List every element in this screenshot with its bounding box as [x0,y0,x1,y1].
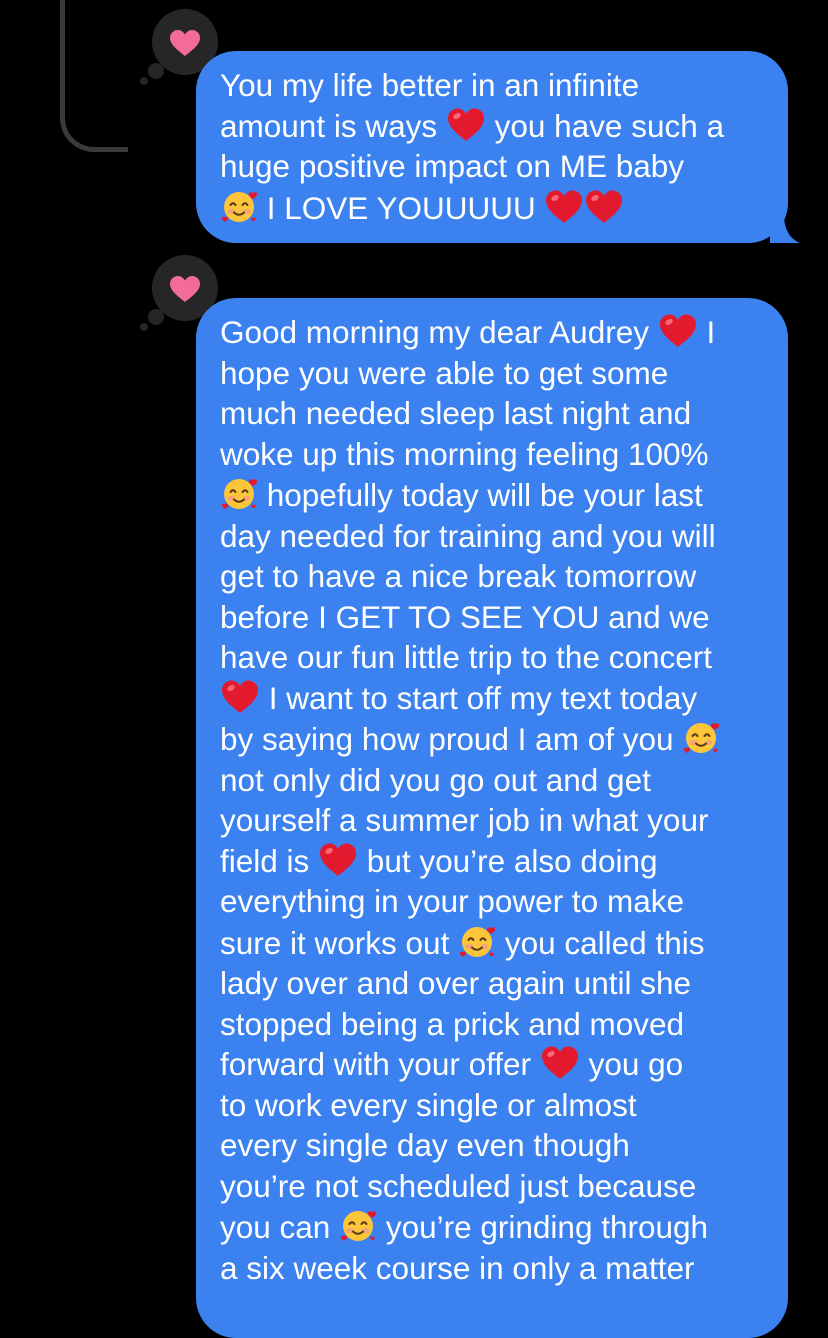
message-text: Good morning my dear Audrey Ihope you we… [220,312,766,1288]
message-line: hopefully today will be your last [220,474,766,516]
message-text-segment: day needed for training and you will [220,517,716,554]
message-text-segment: field is [220,842,319,879]
message-line: have our fun little trip to the concert [220,637,766,678]
message-text-segment: you’re grinding through [377,1209,709,1245]
message-text-segment: much needed sleep last night and [220,395,692,431]
red-heart-emoji [586,190,623,223]
message-text-segment: not only did you go out and get [220,761,651,798]
message-bubble-sent[interactable]: You my life better in an infinite amount … [196,51,800,243]
message-text-segment: you go [579,1046,684,1082]
heart-icon [170,30,200,56]
message-line: yourself a summer job in what your [220,800,766,841]
message-line: every single day even though [220,1125,766,1166]
message-line: get to have a nice break tomorrow [220,556,766,597]
smiling-face-with-hearts-emoji [684,723,720,753]
message-text-segment: a six week course in only a matter [220,1249,695,1286]
red-heart-emoji [546,190,583,223]
message-line: You my life better in an infinite [220,65,766,106]
message-line: huge positive impact on ME baby [220,146,766,187]
message-text-segment: huge positive impact on ME baby [220,148,685,184]
message-line: field is but you’re also doing [220,841,766,882]
message-text-segment: Good morning my dear Audrey [220,314,658,350]
message-text-segment: forward with your offer [220,1046,540,1082]
red-heart-emoji [222,680,258,713]
red-heart-emoji [320,843,357,876]
message-text-segment: you called this [496,924,705,961]
message-text-segment: you’re not scheduled just because [220,1167,697,1204]
smiling-face-with-hearts-emoji [221,191,258,222]
message-line: sure it works out you called this [220,922,766,964]
heart-icon [170,276,200,302]
message-line: woke up this morning feeling 100% [220,434,766,475]
message-text-segment: I LOVE YOUUUUU [258,189,545,226]
message-line: you can you’re grinding through [220,1206,766,1248]
message-line: by saying how proud I am of you [220,718,766,760]
bubble-tail [770,215,800,243]
message-text-segment: by saying how proud I am of you [220,721,683,757]
message-text-segment: every single day even though [220,1127,630,1163]
message-text-segment: before I GET TO SEE YOU and we [220,598,710,635]
message-line: I want to start off my text today [220,678,766,719]
red-heart-emoji [541,1046,578,1079]
smiling-face-with-hearts-emoji [460,926,496,957]
message-thread: You my life better in an infinite amount … [0,0,828,1338]
smiling-face-with-hearts-emoji [221,479,258,509]
message-text-segment: hope you were able to get some [220,354,669,391]
message-line: to work every single or almost [220,1085,766,1126]
message-line: forward with your offer you go [220,1044,766,1085]
message-text: You my life better in an infinite amount … [220,65,766,228]
message-line: much needed sleep last night and [220,393,766,434]
message-text-segment: hopefully today will be your last [258,477,703,513]
message-bubble-sent[interactable]: Good morning my dear Audrey Ihope you we… [196,298,788,1338]
message-text-segment: sure it works out [220,924,459,961]
message-text-segment: get to have a nice break tomorrow [220,558,697,594]
message-text-segment: to work every single or almost [220,1086,637,1123]
message-text-segment: stopped being a prick and moved [220,1005,685,1042]
message-text-segment: I want to start off my text today [260,679,698,716]
message-line: amount is ways you have such a [220,106,766,147]
message-text-segment: You my life better in an infinite [220,67,640,103]
message-text-segment: but you’re also doing [358,842,658,879]
message-line: stopped being a prick and moved [220,1004,766,1045]
message-text-segment: you have such a [485,107,725,144]
message-line: Good morning my dear Audrey I [220,312,766,353]
message-text-segment: I [697,314,716,350]
message-line: day needed for training and you will [220,516,766,557]
message-line: I LOVE YOUUUUU [220,187,766,229]
message-text-segment: everything in your power to make [220,883,684,919]
red-heart-emoji [447,108,484,141]
message-line: before I GET TO SEE YOU and we [220,597,766,638]
red-heart-emoji [659,314,696,347]
message-text-segment: lady over and over again until she [220,965,692,1001]
reply-thread-line [60,0,128,152]
message-line: not only did you go out and get [220,760,766,801]
message-text-segment: amount is ways [220,107,446,144]
message-line: lady over and over again until she [220,963,766,1004]
message-text-segment: have our fun little trip to the concert [220,639,713,675]
message-line: a six week course in only a matter [220,1248,766,1289]
message-text-segment: woke up this morning feeling 100% [220,435,709,472]
message-text-segment: you can [220,1209,340,1245]
message-line: hope you were able to get some [220,353,766,394]
smiling-face-with-hearts-emoji [341,1211,377,1241]
message-line: you’re not scheduled just because [220,1166,766,1207]
message-line: everything in your power to make [220,881,766,922]
message-text-segment: yourself a summer job in what your [220,802,709,838]
